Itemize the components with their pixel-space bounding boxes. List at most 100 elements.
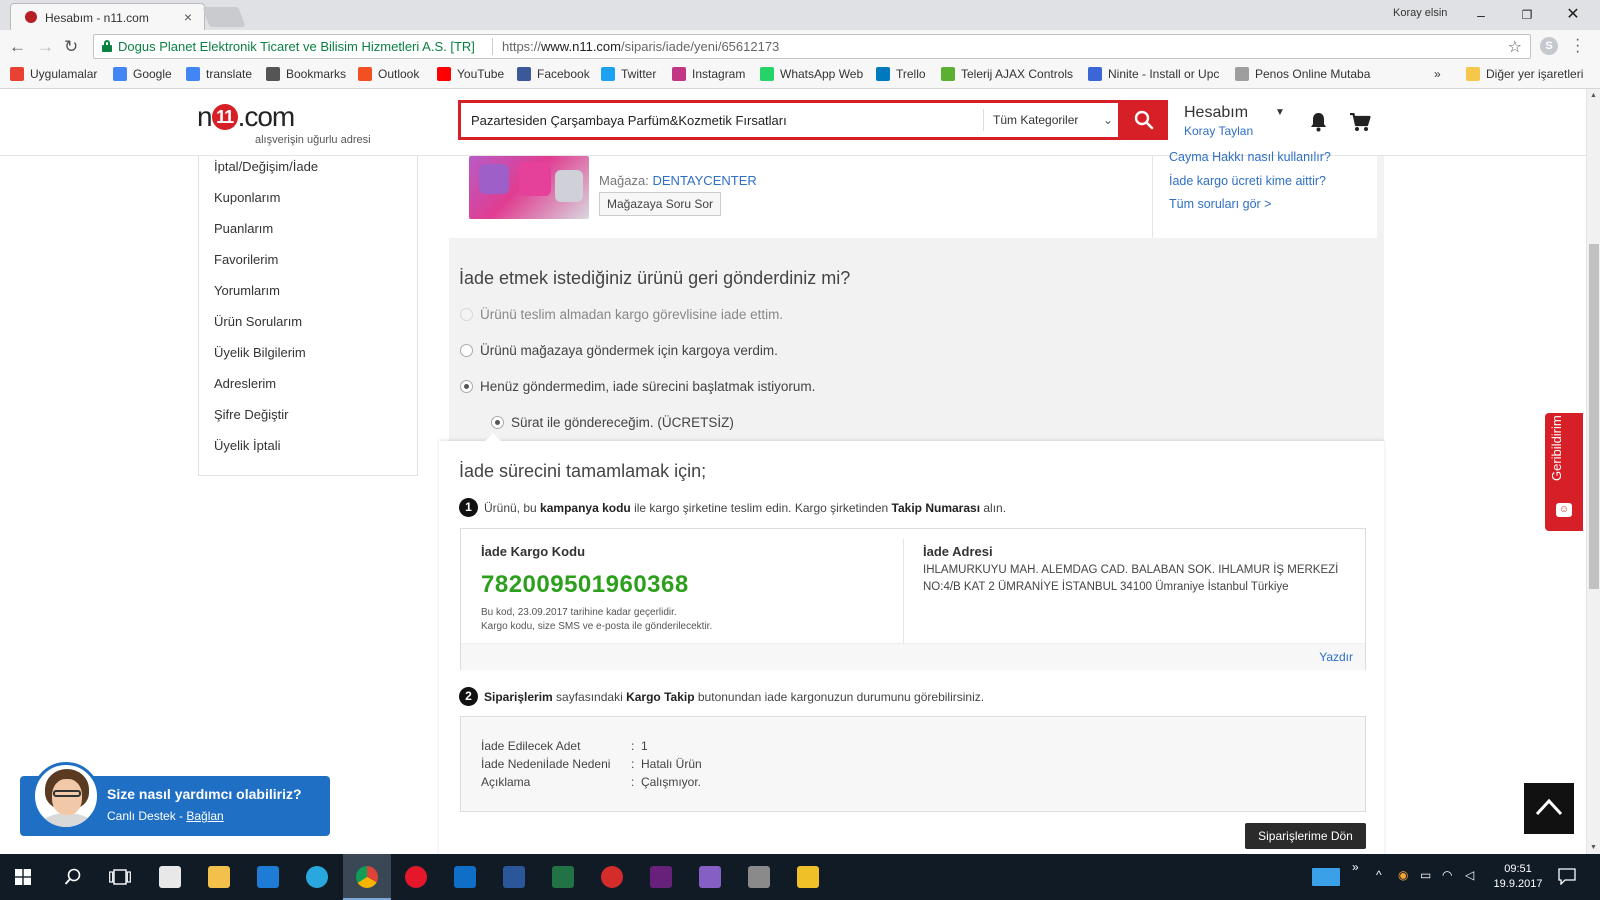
tab-close-icon[interactable]: × [184,9,192,25]
search-divider [983,109,984,131]
windows-start-icon[interactable] [15,869,31,885]
chrome-tray-icon[interactable]: ◉ [1398,868,1408,882]
back-to-orders-button[interactable]: Siparişlerime Dön [1245,823,1366,849]
orders-link[interactable]: Siparişlerim [484,690,553,704]
url-input[interactable]: Dogus Planet Elektronik Ticaret ve Bilis… [93,34,1531,59]
sidebar-item-3[interactable]: Puanlarım [214,221,273,236]
bookmark-penos-online-mutaba[interactable]: Penos Online Mutaba [1235,67,1370,85]
sidebar-item-5[interactable]: Yorumlarım [214,283,280,298]
n11-logo[interactable]: n 11 .com [197,101,295,133]
outlook-icon[interactable] [454,866,476,888]
chevron-up-tray-icon[interactable]: ^ [1376,868,1382,882]
skype-extension-icon[interactable]: S [1540,37,1558,55]
sidebar-item-7[interactable]: Üyelik Bilgilerim [214,345,306,360]
sidebar-item-1[interactable]: İptal/Değişim/İade [214,159,318,174]
taskbar-clock[interactable]: 09:51 19.9.2017 [1493,862,1543,892]
bookmark-translate[interactable]: translate [186,67,252,85]
battery-icon[interactable]: ▭ [1420,868,1431,882]
back-arrow-icon[interactable]: ← [9,37,26,57]
bookmark-facebook[interactable]: Facebook [517,67,590,85]
bookmark-trello[interactable]: Trello [876,67,926,85]
radio-button[interactable] [460,308,473,321]
step-1-text: Ürünü, bu kampanya kodu ile kargo şirket… [484,501,1007,515]
radio-button[interactable] [491,416,504,429]
bookmark-instagram[interactable]: Instagram [672,67,745,85]
product-image[interactable] [469,156,589,219]
caret-down-icon[interactable]: ▼ [1275,107,1285,118]
reload-icon[interactable]: ↻ [64,37,78,57]
bell-icon[interactable] [1310,112,1327,132]
account-menu[interactable]: Hesabım [1184,104,1248,122]
bookmark-whatsapp-web[interactable]: WhatsApp Web [760,67,863,85]
action-center-icon[interactable] [1558,868,1576,885]
faq-divider [1152,156,1153,238]
browser-tab[interactable]: Hesabım - n11.com × [10,3,205,30]
ask-store-button[interactable]: Mağazaya Soru Sor [599,192,722,216]
store-app-icon[interactable] [159,866,181,888]
print-link[interactable]: Yazdır [1319,650,1353,664]
page-scrollbar[interactable]: ▲ ▼ [1586,89,1600,854]
profile-name[interactable]: Koray elsin [1393,7,1447,19]
other-bookmarks[interactable]: Diğer yer işaretleri [1466,67,1583,85]
seven-zip-icon[interactable] [797,866,819,888]
sidebar-item-8[interactable]: Adreslerim [214,376,276,391]
bookmark-ninite-install-or-upc[interactable]: Ninite - Install or Upc [1088,67,1219,85]
radio-button[interactable] [460,344,473,357]
tools-icon[interactable] [748,866,770,888]
scroll-down-icon[interactable]: ▼ [1590,844,1597,851]
sidebar-item-9[interactable]: Şifre Değiştir [214,407,288,422]
category-select[interactable]: Tüm Kategoriler ⌄ [993,113,1113,127]
bookmark-google[interactable]: Google [113,67,172,85]
file-explorer-icon[interactable] [208,866,230,888]
sidebar-item-2[interactable]: Kuponlarım [214,190,280,205]
scroll-to-top-button[interactable] [1524,783,1574,834]
word-icon[interactable] [503,866,525,888]
chrome-icon[interactable] [356,866,378,888]
sidebar-item-4[interactable]: Favorilerim [214,252,278,267]
connect-link[interactable]: Bağlan [186,809,223,823]
notification-app-icon[interactable] [1312,868,1340,886]
search-button[interactable] [1121,100,1168,140]
faq-link-cayma[interactable]: Cayma Hakkı nasıl kullanılır? [1169,150,1331,164]
scroll-up-icon[interactable]: ▲ [1590,92,1597,99]
internet-explorer-icon[interactable] [306,866,328,888]
visual-studio-2-icon[interactable] [699,866,721,888]
bookmark-bookmarks[interactable]: Bookmarks [266,67,346,85]
bookmark-outlook[interactable]: Outlook [358,67,419,85]
store-link[interactable]: DENTAYCENTER [653,173,757,188]
n11-app-icon[interactable] [601,866,623,888]
scrollbar-thumb[interactable] [1589,244,1599,589]
bookmark-uygulamalar[interactable]: Uygulamalar [10,67,97,85]
wifi-icon[interactable]: ◠ [1442,868,1452,882]
minimize-icon[interactable]: – [1458,3,1504,27]
live-support-widget[interactable]: Size nasıl yardımcı olabiliriz? Canlı De… [20,762,330,836]
restore-icon[interactable]: ❐ [1504,3,1550,27]
faq-link-all[interactable]: Tüm soruları gör > [1169,197,1271,211]
bookmark-twitter[interactable]: Twitter [601,67,656,85]
opera-icon[interactable] [405,866,427,888]
browser-menu-icon[interactable]: · · · [1575,32,1581,60]
radio-button[interactable] [460,380,473,393]
bookmark-telerij-ajax-controls[interactable]: Telerij AJAX Controls [941,67,1073,85]
forward-arrow-icon[interactable]: → [37,37,54,57]
search-taskbar-icon[interactable] [64,868,82,886]
bookmark-youtube[interactable]: YouTube [437,67,504,85]
visual-studio-icon[interactable] [650,866,672,888]
account-name[interactable]: Koray Taylan [1184,124,1253,138]
sidebar-item-6[interactable]: Ürün Sorularım [214,314,302,329]
search-query[interactable]: Pazartesiden Çarşambaya Parfüm&Kozmetik … [471,113,787,128]
sidebar-item-10[interactable]: Üyelik İptali [214,438,280,453]
tray-overflow-icon[interactable]: » [1352,860,1359,874]
bookmark-star-icon[interactable]: ☆ [1508,37,1522,57]
faq-link-kargo-ucreti[interactable]: İade kargo ücreti kime aittir? [1169,174,1326,188]
bookmarks-more-icon[interactable]: » [1434,67,1441,85]
feedback-tab[interactable]: Geribildirim ☺ [1545,413,1583,531]
search-input[interactable]: Pazartesiden Çarşambaya Parfüm&Kozmetik … [458,100,1121,140]
window-close-icon[interactable]: ✕ [1550,3,1596,27]
volume-icon[interactable]: ◁ [1465,868,1474,882]
edge-icon[interactable] [257,866,279,888]
new-tab-button[interactable] [202,7,246,27]
excel-icon[interactable] [552,866,574,888]
cart-icon[interactable] [1349,113,1371,132]
task-view-icon[interactable] [109,869,131,885]
